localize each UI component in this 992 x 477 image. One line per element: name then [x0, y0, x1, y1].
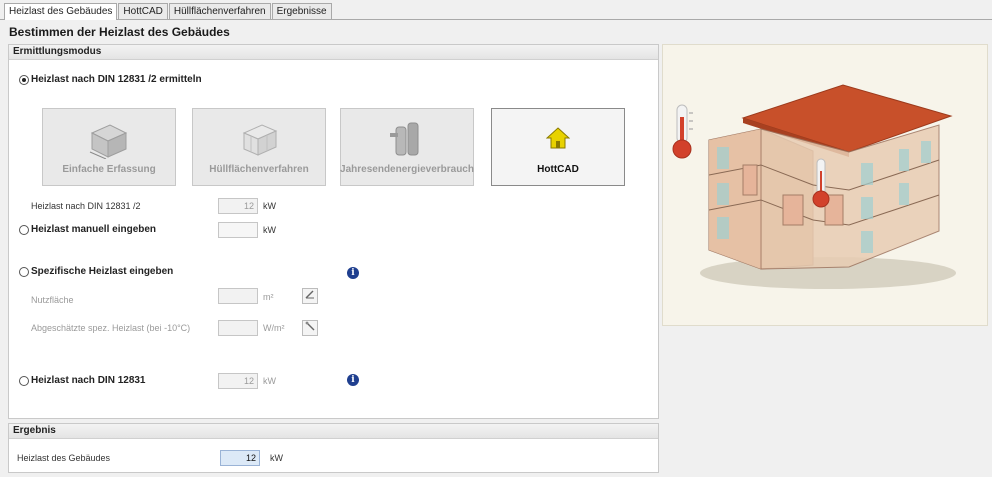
ermittlungsmodus-header: Ermittlungsmodus [9, 45, 658, 60]
option-manuell-label: Heizlast manuell eingeben [31, 224, 157, 235]
edit-area-button[interactable] [302, 288, 318, 304]
nutzflaeche-label: Nutzfläche [31, 295, 74, 305]
building-illustration [662, 44, 988, 326]
info-icon[interactable]: i [347, 267, 359, 279]
tab-ergebnisse[interactable]: Ergebnisse [271, 3, 332, 19]
manuell-unit: kW [263, 225, 276, 235]
ergebnis-field: 12 [220, 450, 260, 466]
manuell-field[interactable] [218, 222, 258, 238]
nutzflaeche-unit: m² [263, 292, 274, 302]
option-spezifisch-row[interactable]: Spezifische Heizlast eingeben [19, 266, 173, 277]
thermometer-icon [672, 104, 693, 159]
tank-icon [384, 119, 430, 162]
einfache-erfassung-label: Einfache Erfassung [62, 164, 156, 175]
heizlast-din-2-label: Heizlast nach DIN 12831 /2 [31, 201, 141, 211]
einfache-erfassung-button[interactable]: Einfache Erfassung [42, 108, 176, 186]
magic-wand-icon [305, 321, 315, 333]
nutzflaeche-field [218, 288, 258, 304]
page-title: Bestimmen der Heizlast des Gebäudes [9, 25, 230, 39]
huellflaechenverfahren-label: Hüllflächenverfahren [209, 164, 309, 175]
ergebnis-unit: kW [270, 453, 283, 463]
option-din-label: Heizlast nach DIN 12831 [31, 375, 146, 386]
building-outline-icon [236, 119, 282, 162]
hottcad-button[interactable]: HottCAD [491, 108, 625, 186]
tab-divider [0, 19, 992, 20]
heizlast-din-2-unit: kW [263, 201, 276, 211]
huellflaechenverfahren-button[interactable]: Hüllflächenverfahren [192, 108, 326, 186]
option-spezifisch-label: Spezifische Heizlast eingeben [31, 266, 174, 277]
box-icon [86, 119, 132, 162]
tab-huellflaechenverfahren[interactable]: Hüllflächenverfahren [168, 3, 271, 19]
ermittlungsmodus-panel: Ermittlungsmodus Heizlast nach DIN 12831… [8, 44, 659, 419]
house-icon [545, 127, 571, 152]
info-icon[interactable]: i [347, 374, 359, 386]
option-din-2-radio[interactable] [19, 74, 29, 85]
option-din-2-row[interactable]: Heizlast nach DIN 12831 /2 ermitteln [19, 74, 202, 85]
tab-heizlast[interactable]: Heizlast des Gebäudes [4, 3, 118, 20]
magic-wand-button[interactable] [302, 320, 318, 336]
hottcad-label: HottCAD [537, 164, 579, 175]
option-din-radio[interactable] [19, 375, 29, 386]
spez-heizlast-field [218, 320, 258, 336]
option-manuell-row[interactable]: Heizlast manuell eingeben [19, 224, 156, 235]
ergebnis-header: Ergebnis [9, 424, 658, 439]
tab-hottcad[interactable]: HottCAD [118, 3, 168, 19]
spez-heizlast-unit: W/m² [263, 323, 285, 333]
tab-bar: Heizlast des Gebäudes HottCAD Hüllfläche… [4, 3, 333, 20]
din-unit: kW [263, 376, 276, 386]
option-din-row[interactable]: Heizlast nach DIN 12831 [19, 375, 146, 386]
jahresendenergieverbrauch-label: Jahresendenergieverbrauch [340, 164, 474, 175]
jahresendenergieverbrauch-button[interactable]: Jahresendenergieverbrauch [340, 108, 474, 186]
spez-heizlast-label: Abgeschätzte spez. Heizlast (bei -10°C) [31, 323, 191, 333]
ergebnis-panel: Ergebnis Heizlast des Gebäudes 12 kW [8, 423, 659, 473]
pencil-icon [305, 290, 315, 301]
din-field: 12 [218, 373, 258, 389]
ergebnis-label: Heizlast des Gebäudes [17, 453, 111, 463]
option-din-2-label: Heizlast nach DIN 12831 /2 ermitteln [31, 74, 202, 85]
heizlast-din-2-field: 12 [218, 198, 258, 214]
option-manuell-radio[interactable] [19, 224, 29, 235]
option-spezifisch-radio[interactable] [19, 266, 29, 277]
